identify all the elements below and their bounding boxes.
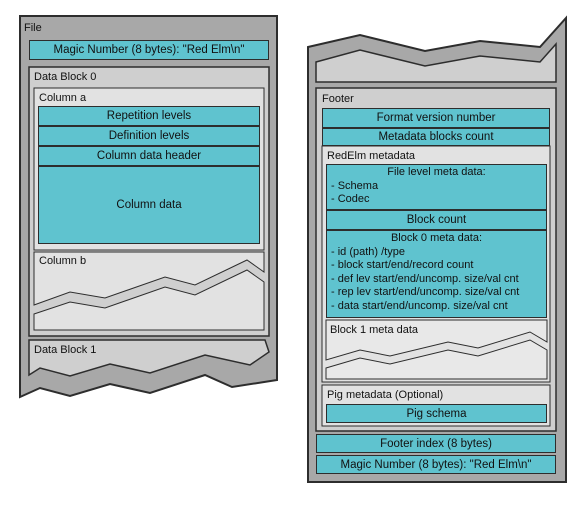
definition-levels-box: Definition levels — [38, 126, 260, 146]
redelm-metadata-title: RedElm metadata — [327, 150, 416, 162]
column-b-title: Column b — [39, 255, 87, 267]
block-0-meta-head: Block 0 meta data: — [390, 232, 483, 244]
data-block-0-title: Data Block 0 — [34, 71, 97, 83]
column-a-title: Column a — [39, 92, 87, 104]
block-0-meta-line: - rep lev start/end/uncomp. size/val cnt — [331, 286, 520, 299]
pig-schema-box: Pig schema — [326, 404, 547, 423]
block-0-meta-line: - block start/end/record count — [331, 259, 474, 272]
block-0-meta-line: - def lev start/end/uncomp. size/val cnt — [331, 272, 519, 285]
file-level-meta-line: - Schema — [331, 179, 379, 192]
repetition-levels-box: Repetition levels — [38, 106, 260, 126]
file-title: File — [24, 22, 42, 34]
pig-metadata-title: Pig metadata (Optional) — [327, 389, 444, 401]
file-level-meta-line: - Codec — [331, 193, 370, 206]
format-version-box: Format version number — [322, 108, 550, 128]
metadata-blocks-count-box: Metadata blocks count — [322, 128, 550, 146]
column-data-box: Column data — [38, 166, 260, 244]
block-0-meta-line: - data start/end/uncomp. size/val cnt — [331, 299, 508, 312]
block-1-meta-title: Block 1 meta data — [330, 324, 419, 336]
data-block-1-title: Data Block 1 — [34, 344, 97, 356]
magic-number-top: Magic Number (8 bytes): "Red Elm\n" — [29, 40, 269, 60]
block-0-meta-box: Block 0 meta data: - id (path) /type - b… — [326, 230, 547, 318]
column-data-header-box: Column data header — [38, 146, 260, 166]
footer-index-box: Footer index (8 bytes) — [316, 434, 556, 453]
file-level-meta-box: File level meta data: - Schema - Codec — [326, 164, 547, 210]
footer-title: Footer — [322, 93, 354, 105]
file-level-meta-head: File level meta data: — [387, 166, 486, 178]
magic-number-bottom: Magic Number (8 bytes): "Red Elm\n" — [316, 455, 556, 474]
block-0-meta-line: - id (path) /type — [331, 245, 405, 258]
block-count-box: Block count — [326, 210, 547, 230]
